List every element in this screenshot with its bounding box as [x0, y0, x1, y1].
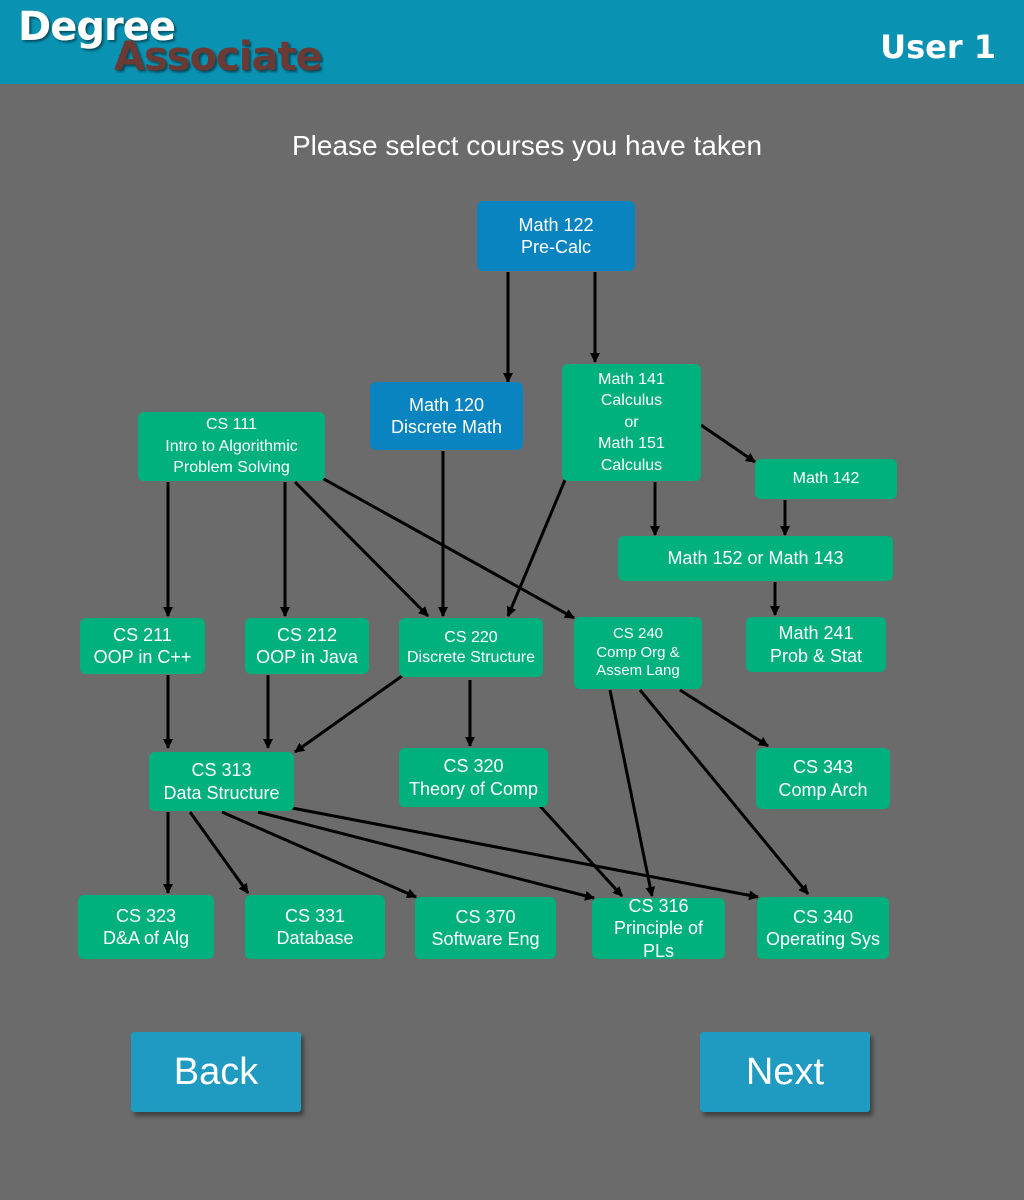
arrow-cs313-cs340	[291, 806, 759, 901]
arrow-cs240-cs343	[679, 688, 769, 748]
course-math120[interactable]: Math 120 Discrete Math	[370, 382, 523, 450]
course-cs340[interactable]: CS 340 Operating Sys	[757, 897, 889, 959]
course-cs323[interactable]: CS 323 D&A of Alg	[78, 895, 214, 959]
course-cs316-label: CS 316 Principle of PLs	[613, 895, 704, 961]
arrow-cs220-cs313	[294, 674, 403, 754]
course-cs320[interactable]: CS 320 Theory of Comp	[399, 748, 548, 807]
course-cs343-label: CS 343 Comp Arch	[778, 757, 868, 800]
arrow-math141-math142	[700, 423, 756, 464]
back-button[interactable]: Back	[131, 1032, 301, 1112]
course-cs370-label: CS 370 Software Eng	[431, 906, 540, 950]
course-math152-label: Math 152 or Math 143	[667, 548, 844, 569]
course-math152[interactable]: Math 152 or Math 143	[618, 536, 893, 581]
course-cs331-label: CS 331 Database	[276, 905, 354, 949]
course-cs212[interactable]: CS 212 OOP in Java	[245, 618, 369, 674]
course-math141[interactable]: Math 141 Calculus or Math 151 Calculus	[562, 364, 701, 481]
course-cs220[interactable]: CS 220 Discrete Structure	[399, 618, 543, 677]
course-math142[interactable]: Math 142	[755, 459, 897, 499]
arrow-cs240-cs316	[608, 689, 656, 897]
course-math122-label: Math 122 Pre-Calc	[518, 214, 594, 258]
course-cs240[interactable]: CS 240 Comp Org & Assem Lang	[574, 617, 702, 689]
course-cs111[interactable]: CS 111 Intro to Algorithmic Problem Solv…	[138, 412, 325, 481]
course-math141-label: Math 141 Calculus or Math 151 Calculus	[598, 370, 665, 474]
course-math142-label: Math 142	[792, 470, 860, 487]
course-cs111-label: CS 111 Intro to Algorithmic Problem Solv…	[165, 416, 298, 477]
course-cs331[interactable]: CS 331 Database	[245, 895, 385, 959]
course-math122[interactable]: Math 122 Pre-Calc	[477, 201, 635, 271]
arrow-cs111-cs220	[293, 480, 430, 618]
prerequisite-arrows	[163, 272, 810, 901]
course-math241[interactable]: Math 241 Prob & Stat	[746, 617, 886, 672]
course-cs212-label: CS 212 OOP in Java	[256, 624, 358, 668]
next-button[interactable]: Next	[700, 1032, 870, 1112]
arrow-cs313-cs331	[188, 811, 250, 894]
course-cs320-label: CS 320 Theory of Comp	[408, 756, 539, 799]
course-math120-label: Math 120 Discrete Math	[390, 394, 503, 438]
course-cs240-label: CS 240 Comp Org & Assem Lang	[596, 624, 680, 680]
course-cs313[interactable]: CS 313 Data Structure	[149, 752, 294, 811]
course-cs340-label: CS 340 Operating Sys	[765, 906, 881, 950]
course-math241-label: Math 241 Prob & Stat	[769, 623, 863, 666]
arrow-cs320-cs316	[538, 804, 624, 898]
course-cs370[interactable]: CS 370 Software Eng	[415, 897, 556, 959]
course-cs211[interactable]: CS 211 OOP in C++	[80, 618, 205, 674]
course-cs343[interactable]: CS 343 Comp Arch	[756, 748, 890, 809]
course-cs211-label: CS 211 OOP in C++	[93, 624, 192, 668]
course-cs220-label: CS 220 Discrete Structure	[406, 628, 536, 666]
course-cs313-label: CS 313 Data Structure	[163, 760, 280, 803]
course-cs323-label: CS 323 D&A of Alg	[102, 905, 190, 949]
course-cs316[interactable]: CS 316 Principle of PLs	[592, 896, 725, 961]
